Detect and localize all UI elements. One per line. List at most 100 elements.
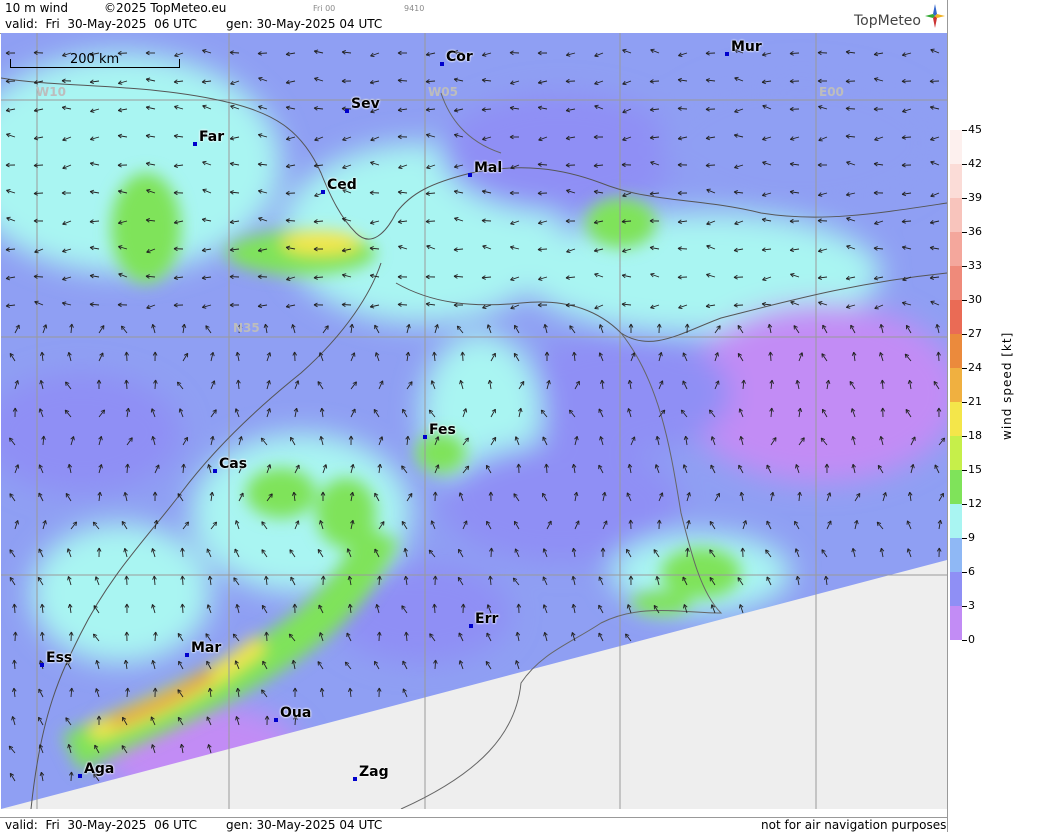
wind-arrow-head xyxy=(342,167,347,170)
legend-tick xyxy=(962,130,967,131)
wind-map[interactable]: W10 W05 E00 N35 Cor Mur Sev Far Mal Ced … xyxy=(1,33,947,809)
grid-label-w05: W05 xyxy=(428,85,458,99)
legend-tick xyxy=(962,266,967,267)
legend-swatch xyxy=(950,164,962,198)
legend-swatch xyxy=(950,470,962,504)
forecast-step: Fri 00 xyxy=(313,4,336,13)
legend-tick xyxy=(962,232,967,233)
wind-arrow-head xyxy=(65,717,67,722)
wind-arrow-head xyxy=(710,436,713,441)
legend-tick-label: 42 xyxy=(968,157,982,170)
legend-tick xyxy=(962,504,967,505)
wind-arrow-head xyxy=(401,465,403,470)
disclaimer: not for air navigation purposes xyxy=(761,818,947,832)
wind-arrow-head xyxy=(682,464,685,469)
legend-tick xyxy=(962,402,967,403)
legend-tick xyxy=(962,164,967,165)
wind-arrow-head xyxy=(538,139,543,142)
legend-swatch xyxy=(950,266,962,300)
wind-arrow-head xyxy=(650,48,655,51)
legend-tick xyxy=(962,334,967,335)
wind-arrow-head xyxy=(381,436,384,441)
wind-arrow-head xyxy=(430,380,433,385)
wind-arrow-head xyxy=(234,408,237,413)
copyright: ©2025 TopMeteo.eu xyxy=(104,1,227,15)
wind-arrow-head xyxy=(269,352,272,357)
wind-arrow-head xyxy=(930,48,935,51)
legend-swatch xyxy=(950,198,962,232)
wind-arrow-head xyxy=(429,633,431,638)
wind-arrow-head xyxy=(542,548,545,553)
wind-arrow-head xyxy=(622,195,627,198)
city-label: Cor xyxy=(446,49,473,65)
legend-swatch xyxy=(950,402,962,436)
wind-arrow-head xyxy=(801,352,804,357)
legend-tick-label: 0 xyxy=(968,633,975,646)
city-marker xyxy=(274,718,278,722)
wind-arrow-head xyxy=(709,549,711,554)
city-marker xyxy=(78,774,82,778)
wind-arrow-head xyxy=(318,352,321,357)
legend-tick-label: 24 xyxy=(968,361,982,374)
city-label: Oua xyxy=(280,705,312,721)
city-marker xyxy=(440,62,444,66)
run-code: 9410 xyxy=(404,4,425,13)
legend-tick xyxy=(962,436,967,437)
legend-tick xyxy=(962,470,967,471)
legend-tick-label: 39 xyxy=(968,191,982,204)
wind-arrow-head xyxy=(594,55,599,58)
wind-arrow-head xyxy=(594,272,599,275)
wind-arrow-head xyxy=(62,139,67,142)
city-marker xyxy=(468,173,472,177)
legend-swatch xyxy=(950,368,962,402)
wind-arrow-head xyxy=(62,223,67,226)
wind-arrow-head xyxy=(94,576,97,581)
city-marker xyxy=(469,624,473,628)
legend-tick-label: 33 xyxy=(968,259,982,272)
wind-arrow-head xyxy=(206,604,209,609)
wind-arrow-head xyxy=(258,76,263,79)
wind-arrow-head xyxy=(625,633,627,638)
gen-footer: gen: 30-May-2025 04 UTC xyxy=(226,818,382,832)
wind-arrow-head xyxy=(906,548,909,553)
wind-arrow-head xyxy=(706,188,711,191)
grid-label-n35: N35 xyxy=(233,321,260,335)
wind-arrow-head xyxy=(458,492,461,497)
wind-arrow-head xyxy=(297,380,300,385)
wind-arrow-head xyxy=(486,324,489,329)
legend-tick-label: 27 xyxy=(968,327,982,340)
footer-valid-date: 30-May-2025 xyxy=(67,818,147,832)
wind-arrow-head xyxy=(325,464,328,469)
valid-footer: valid: Fri 30-May-2025 06 UTC xyxy=(5,818,197,832)
legend-swatch xyxy=(950,300,962,334)
scale-bar: 200 km xyxy=(10,52,180,69)
city-marker xyxy=(193,142,197,146)
wind-arrow-head xyxy=(202,104,207,107)
scale-tick-right xyxy=(179,59,180,68)
wind-arrow-head xyxy=(202,188,207,191)
wind-arrow-head xyxy=(794,548,797,553)
legend-swatch xyxy=(950,232,962,266)
topmeteo-logo: TopMeteo xyxy=(854,13,921,29)
compass-star-icon xyxy=(925,4,945,28)
wind-arrow-head xyxy=(146,307,151,310)
footer-valid-label: valid: xyxy=(5,818,38,832)
wind-arrow-head xyxy=(62,167,67,170)
wind-arrow-head xyxy=(314,139,319,142)
wind-arrow-head xyxy=(706,223,711,226)
wind-arrow-head xyxy=(710,604,713,609)
scale-line xyxy=(10,67,180,68)
city-marker xyxy=(40,663,44,667)
wind-arrow-head xyxy=(846,244,851,247)
wind-arrow-head xyxy=(150,408,153,413)
wind-arrow-head xyxy=(45,324,48,329)
scale-label: 200 km xyxy=(70,52,120,67)
city-label: Ced xyxy=(327,177,357,193)
legend-swatch xyxy=(950,572,962,606)
legend-title: wind speed [kt] xyxy=(1000,331,1014,440)
legend-swatch xyxy=(950,130,962,164)
logo-text: TopMeteo xyxy=(854,13,921,29)
wind-arrow-head xyxy=(230,83,235,86)
wind-arrow-head xyxy=(482,244,487,247)
city-marker xyxy=(423,435,427,439)
